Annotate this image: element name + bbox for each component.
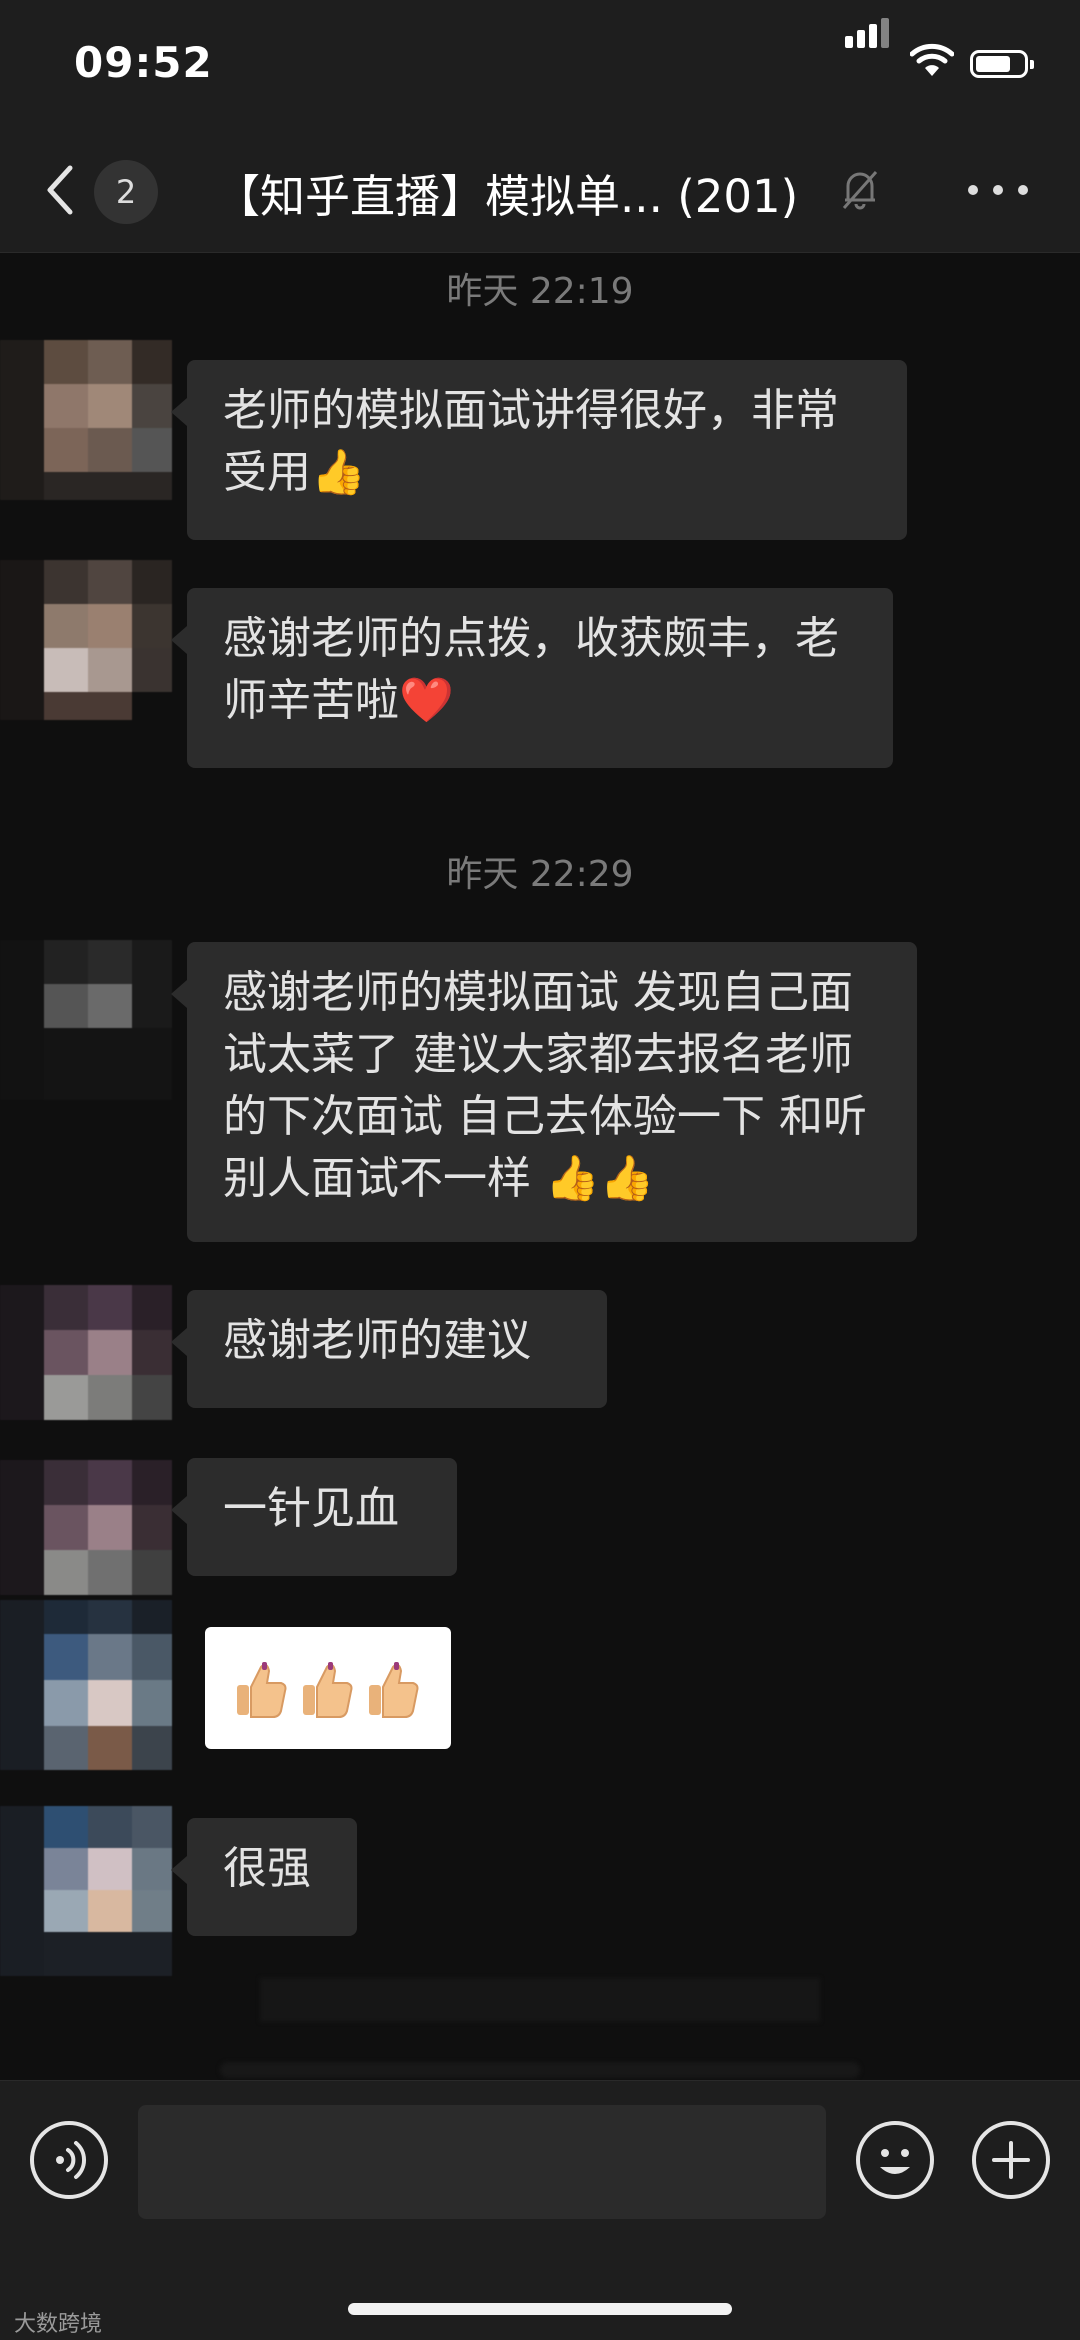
message-text: 感谢老师的模拟面试 发现自己面试太菜了 建议大家都去报名老师的下次面试 自己去体… bbox=[223, 967, 867, 1204]
voice-icon bbox=[56, 2141, 87, 2179]
message-bubble[interactable]: 感谢老师的建议 bbox=[171, 1290, 607, 1408]
message-timestamp: 昨天 22:29 bbox=[446, 854, 634, 895]
chat-title: 【知乎直播】模拟单... (201) bbox=[215, 170, 799, 223]
avatar[interactable] bbox=[0, 560, 172, 720]
message-bubble[interactable]: 老师的模拟面试讲得很好，非常受用👍 bbox=[171, 360, 907, 540]
thumbs-up-icon bbox=[237, 1662, 287, 1718]
watermark: 大数跨境 bbox=[14, 2312, 103, 2337]
blurred-content bbox=[220, 2062, 860, 2078]
emoji-button[interactable] bbox=[856, 2121, 934, 2199]
message-text: 很强 bbox=[223, 1843, 311, 1894]
avatar[interactable] bbox=[0, 1285, 172, 1420]
message-bubble[interactable]: 很强 bbox=[171, 1818, 357, 1936]
message-bubble[interactable]: 一针见血 bbox=[171, 1458, 457, 1576]
message-text: 感谢老师的点拨，收获颇丰，老师辛苦啦❤️ bbox=[223, 613, 839, 726]
avatar[interactable] bbox=[0, 1806, 172, 1976]
status-time: 09:52 bbox=[74, 38, 213, 87]
thumbs-up-icon bbox=[303, 1662, 353, 1718]
battery-icon bbox=[970, 50, 1034, 78]
blurred-content bbox=[260, 1978, 820, 2022]
message-input[interactable] bbox=[138, 2105, 826, 2219]
message-text: 一针见血 bbox=[223, 1483, 399, 1534]
back-arrow-icon[interactable] bbox=[40, 160, 80, 220]
avatar[interactable] bbox=[0, 940, 172, 1100]
plus-icon bbox=[992, 2141, 1030, 2179]
input-toolbar bbox=[0, 2080, 1080, 2340]
message-bubble[interactable]: 感谢老师的点拨，收获颇丰，老师辛苦啦❤️ bbox=[171, 588, 893, 768]
message-timestamp: 昨天 22:19 bbox=[446, 271, 634, 312]
avatar[interactable] bbox=[0, 340, 172, 500]
emoji-sticker-message[interactable] bbox=[205, 1627, 451, 1749]
avatar[interactable] bbox=[0, 1600, 172, 1770]
message-text: 老师的模拟面试讲得很好，非常受用👍 bbox=[223, 385, 839, 498]
message-bubble[interactable]: 感谢老师的模拟面试 发现自己面试太菜了 建议大家都去报名老师的下次面试 自己去体… bbox=[171, 942, 917, 1242]
avatar[interactable] bbox=[0, 1460, 172, 1595]
smiley-face-icon bbox=[880, 2149, 910, 2174]
status-bar: 09:52 bbox=[0, 0, 1080, 130]
unread-count-badge[interactable]: 2 bbox=[94, 160, 158, 224]
more-options-icon[interactable] bbox=[968, 182, 1028, 198]
voice-input-button[interactable] bbox=[30, 2121, 108, 2199]
mute-bell-icon bbox=[842, 171, 878, 210]
home-indicator[interactable] bbox=[348, 2303, 732, 2315]
chat-header: 2 【知乎直播】模拟单... (201) bbox=[0, 130, 1080, 253]
thumbs-up-icon bbox=[369, 1662, 419, 1718]
more-functions-button[interactable] bbox=[972, 2121, 1050, 2199]
message-text: 感谢老师的建议 bbox=[223, 1315, 531, 1366]
wifi-icon bbox=[910, 43, 954, 76]
